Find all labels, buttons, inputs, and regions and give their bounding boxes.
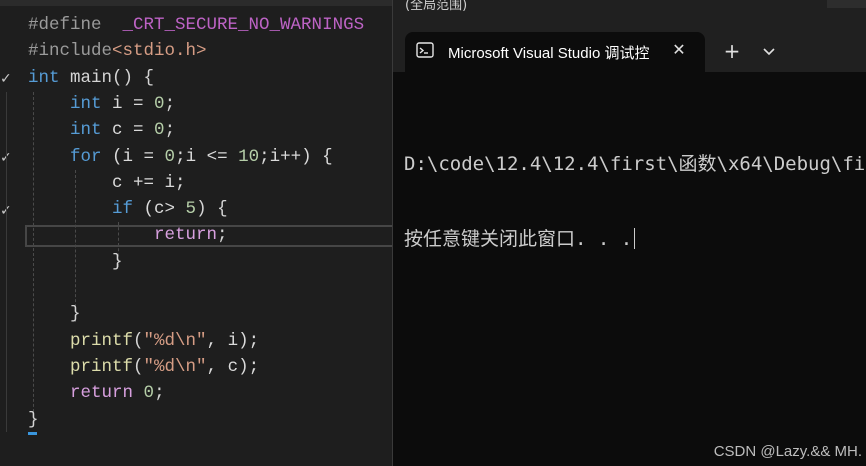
tab-debug-console[interactable]: Microsoft Visual Studio 调试控 ✕ — [405, 32, 705, 72]
terminal-titlebar: (全局范围) Microsoft Visual Studio 调试控 ✕ + — [393, 0, 866, 72]
code-token: ;i <= — [175, 146, 239, 167]
code-token: int — [70, 93, 102, 114]
code-token: <stdio.h> — [112, 41, 207, 62]
editor-top-strip — [0, 0, 392, 6]
console-output-line: D:\code\12.4\12.4\first\函数\x64\Debug\fir… — [404, 153, 866, 175]
screenshot-root: ✓ ✓ ✓ #define _CRT_SECURE_NO_WARNINGS #in… — [0, 0, 866, 466]
code-token: (c> — [133, 199, 186, 220]
code-line[interactable]: return 0; — [28, 380, 165, 406]
code-token: , c); — [206, 356, 260, 377]
code-token: int — [28, 67, 60, 88]
code-token: for — [70, 146, 102, 167]
scope-dropdown-label: (全局范围) — [405, 0, 468, 13]
console-output[interactable]: D:\code\12.4\12.4\first\函数\x64\Debug\fir… — [404, 102, 866, 302]
new-tab-button[interactable]: + — [721, 40, 743, 62]
code-line[interactable]: int main() { — [28, 65, 154, 91]
code-line[interactable]: int i = 0; — [28, 91, 175, 117]
code-token: _CRT_SECURE_NO_WARNINGS — [122, 15, 365, 35]
code-token: 0 — [143, 383, 155, 404]
caret-marker — [28, 432, 37, 435]
code-token: c += i; — [112, 172, 186, 193]
code-line[interactable]: printf("%d\n", c); — [28, 354, 259, 380]
code-token: 5 — [185, 199, 197, 220]
code-line[interactable]: } — [28, 301, 81, 327]
code-line[interactable]: for (i = 0;i <= 10;i++) { — [28, 144, 333, 170]
code-line[interactable]: } — [28, 249, 123, 275]
code-token: } — [28, 409, 39, 430]
code-line[interactable]: #define _CRT_SECURE_NO_WARNINGS — [28, 12, 364, 38]
code-token: return — [70, 383, 134, 404]
code-token: #include — [28, 41, 113, 62]
code-token: ; — [217, 225, 228, 246]
code-token: ( — [133, 330, 144, 351]
code-line[interactable]: #include<stdio.h> — [28, 38, 207, 64]
code-token: ; — [164, 120, 176, 141]
code-token: , i); — [206, 330, 260, 351]
code-line[interactable]: c += i; — [28, 170, 186, 196]
code-token: 0 — [154, 120, 165, 141]
code-token: main() { — [59, 67, 155, 88]
code-token: 0 — [154, 93, 165, 114]
code-line[interactable]: int c = 0; — [28, 117, 175, 143]
code-token: ; — [164, 93, 176, 114]
code-token: ; — [154, 383, 165, 404]
code-token: printf — [70, 330, 134, 351]
code-token: return — [154, 225, 218, 246]
code-token: "%d\n" — [143, 330, 207, 351]
close-icon[interactable]: ✕ — [669, 40, 689, 60]
code-token: #define — [28, 15, 102, 35]
chevron-down-icon[interactable] — [759, 41, 779, 61]
text-cursor — [634, 228, 636, 249]
code-token: ;i++) { — [259, 146, 333, 167]
debug-console-window[interactable]: (全局范围) Microsoft Visual Studio 调试控 ✕ + D… — [392, 0, 866, 466]
code-token: c = — [101, 120, 155, 141]
code-line[interactable]: if (c> 5) { — [28, 196, 228, 222]
fold-marker-icon[interactable]: ✓ — [0, 72, 12, 86]
code-token: } — [28, 251, 123, 272]
scope-line — [6, 92, 7, 432]
code-token: ( — [133, 356, 144, 377]
tab-title: Microsoft Visual Studio 调试控 — [448, 45, 650, 62]
console-output-line: 按任意键关闭此窗口. . . — [404, 228, 633, 250]
code-token: i = — [101, 93, 155, 114]
code-editor[interactable]: ✓ ✓ ✓ #define _CRT_SECURE_NO_WARNINGS #in… — [0, 0, 392, 466]
code-token: } — [28, 304, 81, 325]
code-token: (i = — [101, 146, 165, 167]
code-token: 0 — [164, 146, 176, 167]
code-token: ) { — [196, 199, 228, 220]
code-token: int — [70, 120, 102, 141]
code-token: if — [112, 199, 134, 220]
code-token: printf — [70, 356, 134, 377]
code-token: "%d\n" — [143, 356, 207, 377]
code-line[interactable]: return; — [28, 222, 228, 248]
watermark: CSDN @Lazy.&& MH. — [713, 443, 862, 460]
code-line[interactable]: printf("%d\n", i); — [28, 328, 259, 354]
code-line[interactable]: } — [28, 407, 39, 433]
code-token: 10 — [238, 146, 260, 167]
terminal-icon — [416, 42, 434, 58]
top-strip-right — [827, 0, 866, 8]
